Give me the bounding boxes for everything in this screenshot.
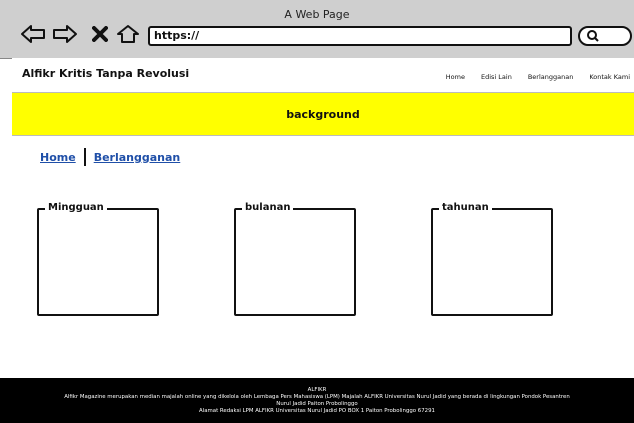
plan-label: tahunan	[439, 201, 492, 215]
nav-edisi-lain[interactable]: Edisi Lain	[481, 73, 512, 81]
plan-label: Mingguan	[45, 201, 107, 215]
breadcrumb-separator	[83, 148, 86, 166]
breadcrumb-berlangganan-link[interactable]: Berlangganan	[94, 151, 181, 164]
nav-berlangganan[interactable]: Berlangganan	[528, 73, 574, 81]
footer-address: Alamat Redaksi LPM ALFIKR Universitas Nu…	[199, 408, 435, 414]
close-x-icon[interactable]	[92, 26, 108, 42]
plan-label: bulanan	[242, 201, 294, 215]
back-arrow-icon[interactable]	[20, 24, 46, 44]
footer-brand: ALFIKR	[307, 387, 327, 393]
home-icon[interactable]	[116, 24, 140, 44]
hero-banner: background	[12, 92, 634, 136]
url-input[interactable]: https://	[148, 26, 572, 46]
plan-card-tahunan[interactable]: tahunan	[431, 201, 553, 316]
nav-home[interactable]: Home	[446, 73, 465, 81]
nav-kontak-kami[interactable]: Kontak Kami	[589, 73, 630, 81]
footer-location: Nurul Jadid Paiton Probolinggo	[276, 401, 358, 407]
breadcrumb: Home Berlangganan	[40, 148, 180, 166]
site-header: Alfikr Kritis Tanpa Revolusi Home Edisi …	[12, 58, 634, 93]
browser-search-button[interactable]	[578, 26, 632, 46]
window-title: A Web Page	[284, 8, 350, 21]
search-icon	[587, 30, 599, 42]
footer-description: Alfikr Magazine merupakan median majalah…	[64, 394, 570, 400]
plan-card-mingguan[interactable]: Mingguan	[37, 201, 159, 316]
site-footer: ALFIKR Alfikr Magazine merupakan median …	[0, 378, 634, 423]
hero-label: background	[286, 107, 360, 121]
plan-card-bulanan[interactable]: bulanan	[234, 201, 356, 316]
browser-chrome: A Web Page https://	[0, 0, 634, 59]
forward-arrow-icon[interactable]	[52, 24, 78, 44]
breadcrumb-home-link[interactable]: Home	[40, 151, 76, 164]
site-title: Alfikr Kritis Tanpa Revolusi	[22, 67, 190, 80]
top-nav: Home Edisi Lain Berlangganan Kontak Kami	[446, 73, 630, 81]
